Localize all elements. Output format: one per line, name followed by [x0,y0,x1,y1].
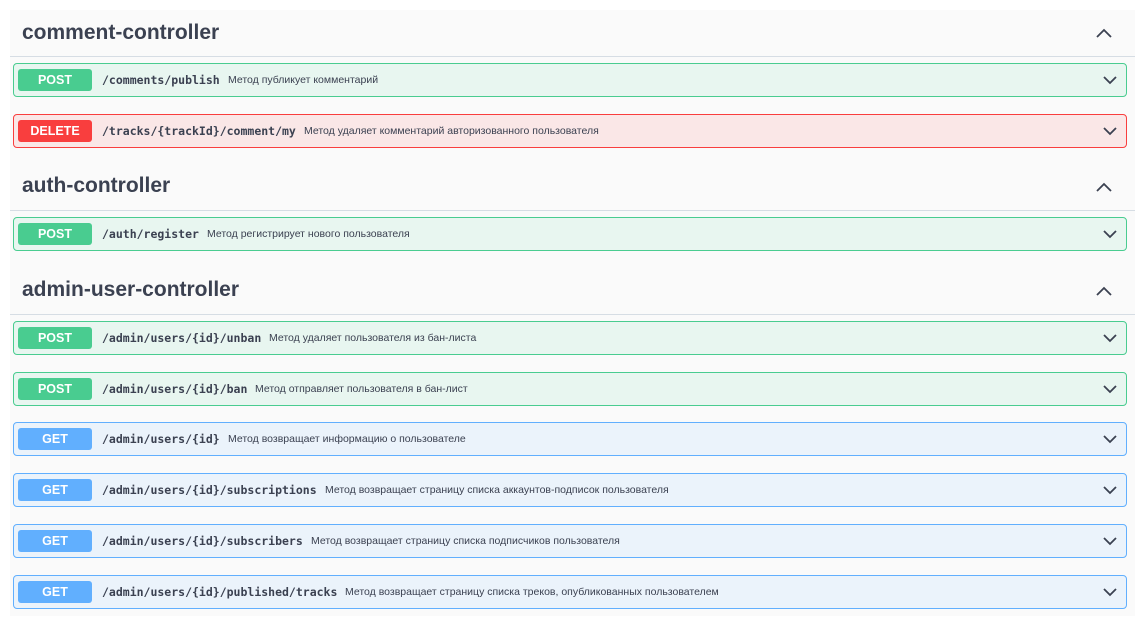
section-header-admin-user-controller[interactable]: admin-user-controller [10,263,1135,315]
section-title: comment-controller [22,21,220,44]
operation-post-admin-ban[interactable]: POST /admin/users/{id}/ban Метод отправл… [13,372,1127,406]
method-badge: POST [18,69,92,91]
operation-get-admin-published-tracks[interactable]: GET /admin/users/{id}/published/tracks М… [13,575,1127,609]
operation-get-admin-user[interactable]: GET /admin/users/{id} Метод возвращает и… [13,422,1127,456]
operation-summary: Метод возвращает страницу списка треков,… [345,586,719,598]
section-title: auth-controller [22,174,171,197]
method-badge: POST [18,378,92,400]
chevron-down-icon[interactable] [1103,126,1117,136]
operation-path: /admin/users/{id}/ban [102,382,248,396]
operation-path: /admin/users/{id}/subscribers [102,534,303,548]
operation-get-admin-subscriptions[interactable]: GET /admin/users/{id}/subscriptions Мето… [13,473,1127,507]
method-badge: GET [18,581,92,603]
operation-path: /auth/register [102,227,199,241]
operation-path: /admin/users/{id} [102,432,220,446]
chevron-down-icon[interactable] [1103,333,1117,343]
operation-summary: Метод регистрирует нового пользователя [207,228,410,240]
method-badge: DELETE [18,120,92,142]
chevron-up-icon[interactable] [1095,181,1113,193]
chevron-up-icon[interactable] [1095,285,1113,297]
chevron-down-icon[interactable] [1103,485,1117,495]
method-badge: GET [18,530,92,552]
operation-summary: Метод публикует комментарий [228,74,379,86]
operation-post-auth-register[interactable]: POST /auth/register Метод регистрирует н… [13,217,1127,251]
chevron-down-icon[interactable] [1103,384,1117,394]
operation-post-admin-unban[interactable]: POST /admin/users/{id}/unban Метод удаля… [13,321,1127,355]
method-badge: POST [18,223,92,245]
chevron-down-icon[interactable] [1103,229,1117,239]
operation-path: /comments/publish [102,73,220,87]
operation-get-admin-subscribers[interactable]: GET /admin/users/{id}/subscribers Метод … [13,524,1127,558]
section-header-auth-controller[interactable]: auth-controller [10,160,1135,211]
operation-path: /admin/users/{id}/published/tracks [102,585,338,599]
method-badge: POST [18,327,92,349]
chevron-up-icon[interactable] [1095,27,1113,39]
swagger-operations-panel: comment-controller POST /comments/publis… [10,10,1135,616]
operation-post-comments-publish[interactable]: POST /comments/publish Метод публикует к… [13,63,1127,97]
chevron-down-icon[interactable] [1103,434,1117,444]
operation-path: /admin/users/{id}/subscriptions [102,483,317,497]
operation-path: /admin/users/{id}/unban [102,331,262,345]
section-title: admin-user-controller [22,278,240,301]
method-badge: GET [18,479,92,501]
operation-summary: Метод удаляет пользователя из бан-листа [269,332,477,344]
operation-delete-track-comment[interactable]: DELETE /tracks/{trackId}/comment/my Мето… [13,114,1127,148]
operation-summary: Метод удаляет комментарий авторизованног… [304,125,599,137]
chevron-down-icon[interactable] [1103,587,1117,597]
chevron-down-icon[interactable] [1103,75,1117,85]
operation-summary: Метод возвращает страницу списка подписч… [311,535,620,547]
operation-summary: Метод возвращает страницу списка аккаунт… [325,484,669,496]
operation-summary: Метод отправляет пользователя в бан-лист [255,383,468,395]
chevron-down-icon[interactable] [1103,536,1117,546]
operation-path: /tracks/{trackId}/comment/my [102,124,296,138]
operation-summary: Метод возвращает информацию о пользовате… [228,433,466,445]
method-badge: GET [18,428,92,450]
section-header-comment-controller[interactable]: comment-controller [10,10,1135,57]
